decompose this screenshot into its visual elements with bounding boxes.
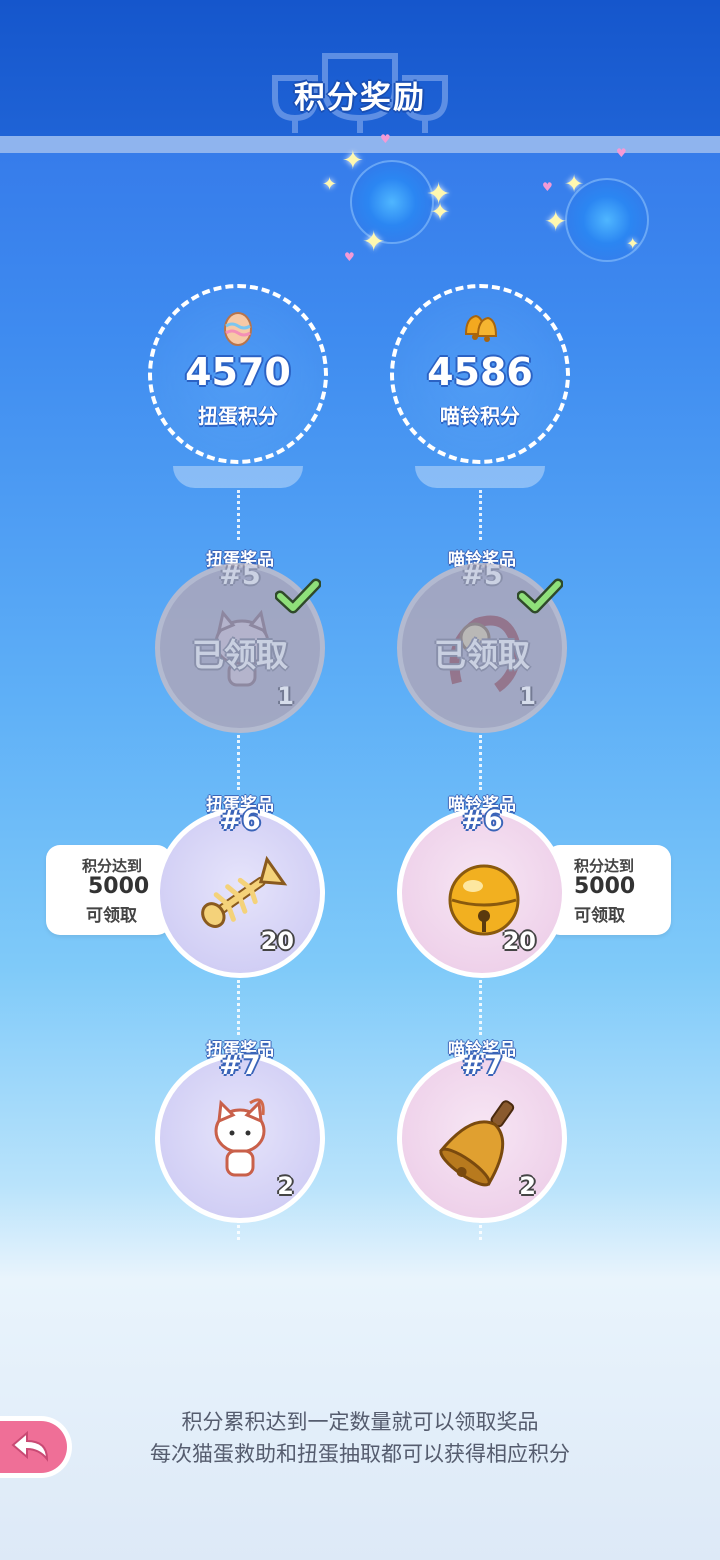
sparkle-icon: ✦ <box>544 205 568 238</box>
footer-hint-line2: 每次猫蛋救助和扭蛋抽取都可以获得相应积分 <box>150 1442 570 1466</box>
hand-bell-icon <box>439 1100 515 1187</box>
check-icon <box>275 578 321 614</box>
bell-reward-7[interactable]: #7 2 <box>397 1050 567 1223</box>
sparkle-icon: ✦ <box>362 225 386 258</box>
bell-score-base <box>415 466 545 488</box>
heart-icon: ♥ <box>616 146 627 160</box>
egg-score-base <box>173 466 303 488</box>
heart-icon: ♥ <box>344 250 355 264</box>
sparkle-icon: ✦ <box>626 234 640 253</box>
egg-requirement-tag: 积分达到 5000 可领取 <box>46 845 171 935</box>
req-text: 可领取 <box>574 906 625 926</box>
heart-icon: ♥ <box>542 180 553 194</box>
bell-track-connector <box>479 1220 482 1240</box>
claimed-status: 已领取 <box>191 636 288 674</box>
bell-track-connector <box>479 735 482 790</box>
egg-track-connector <box>237 980 240 1035</box>
egg-track-connector <box>237 1220 240 1240</box>
reward-number: #6 <box>461 805 503 836</box>
reward-number: #6 <box>219 805 261 836</box>
footer-hint-line1: 积分累积达到一定数量就可以领取奖品 <box>181 1410 539 1434</box>
page-title: 积分奖励 <box>294 80 426 116</box>
req-score: 5000 <box>88 874 150 899</box>
egg-reward-7[interactable]: #7 2 <box>155 1050 325 1223</box>
reward-number: #7 <box>219 1050 261 1081</box>
sparkle-icon: ✦ <box>564 170 585 198</box>
bell-score-circle: 4586 喵铃积分 <box>390 284 570 464</box>
bell-track-connector <box>479 490 482 540</box>
bell-reward-6[interactable]: #6 20 <box>397 805 567 978</box>
egg-icon <box>152 310 324 351</box>
back-button[interactable] <box>0 1416 72 1478</box>
check-icon <box>517 578 563 614</box>
reward-count: 20 <box>502 927 536 955</box>
bell-score-label: 喵铃积分 <box>440 404 520 428</box>
req-score: 5000 <box>574 874 636 899</box>
egg-score-value: 4570 <box>185 350 291 394</box>
bell-track-connector <box>479 980 482 1035</box>
sparkle-icon: ✦ <box>430 198 451 226</box>
reward-count: 2 <box>277 1172 294 1200</box>
reward-count: 1 <box>519 682 536 710</box>
egg-score-label: 扭蛋积分 <box>198 404 278 428</box>
sparkle-icon: ✦ <box>322 174 338 195</box>
reward-count: 2 <box>519 1172 536 1200</box>
reward-number: #7 <box>461 1050 503 1081</box>
egg-score-circle: 4570 扭蛋积分 <box>148 284 328 464</box>
req-text: 积分达到 <box>574 857 635 875</box>
egg-track-connector <box>237 490 240 540</box>
egg-reward-6[interactable]: #6 20 <box>155 805 325 978</box>
back-button-face <box>0 1421 67 1473</box>
heart-icon: ♥ <box>380 132 391 146</box>
bell-icon <box>394 310 566 349</box>
sparkle-icon: ✦ <box>342 146 364 176</box>
reward-count: 1 <box>277 682 294 710</box>
claimed-status: 已领取 <box>433 636 530 674</box>
req-text: 可领取 <box>86 906 137 926</box>
req-text: 积分达到 <box>82 857 143 875</box>
white-cat-charm-icon <box>214 1098 266 1177</box>
reward-count: 20 <box>260 927 294 955</box>
egg-track-connector <box>237 735 240 790</box>
bell-score-value: 4586 <box>427 350 533 394</box>
back-arrow-icon <box>11 1430 49 1462</box>
